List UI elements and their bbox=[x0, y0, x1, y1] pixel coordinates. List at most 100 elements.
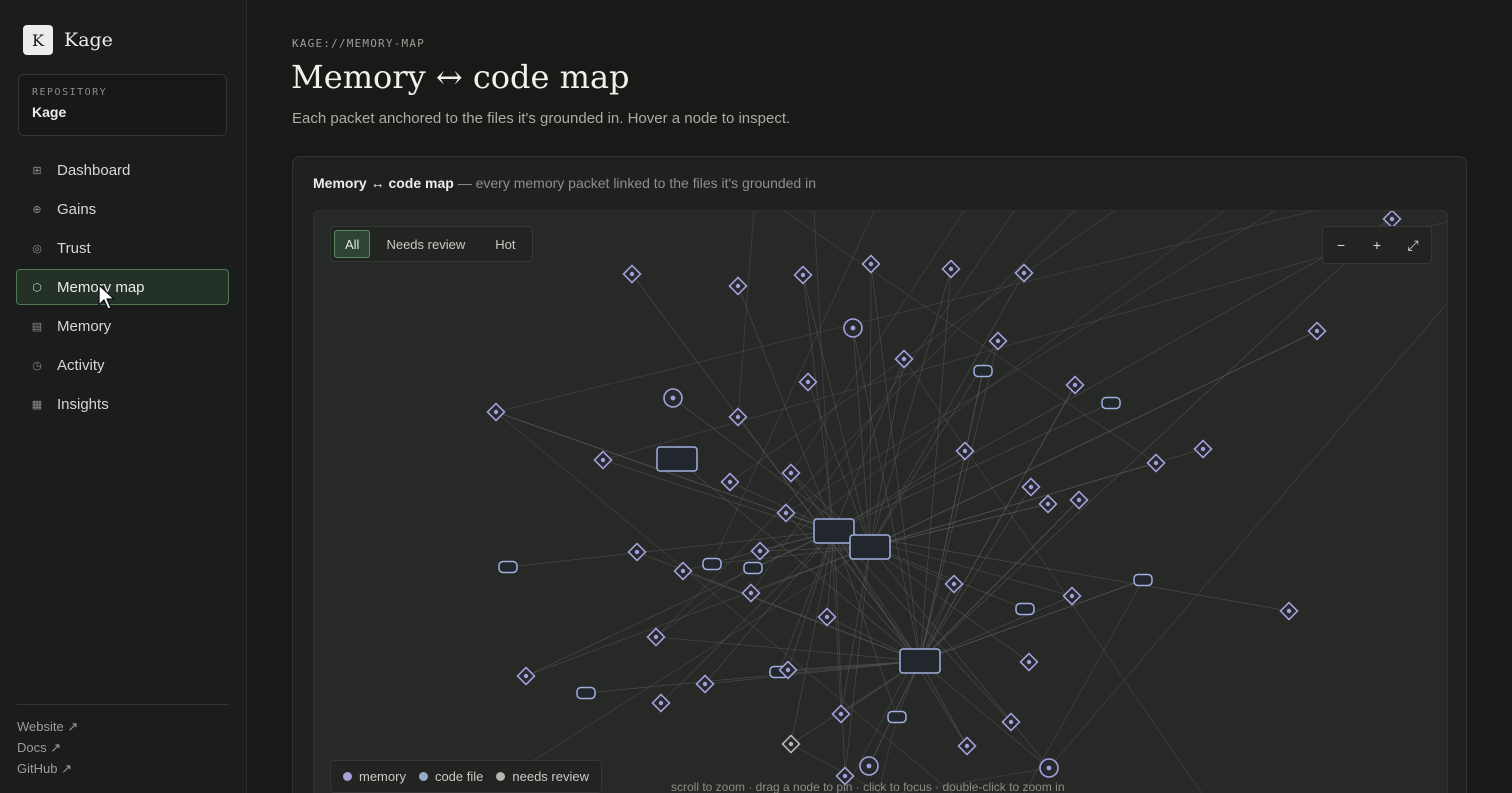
filter-needs-review-button[interactable]: Needs review bbox=[372, 230, 479, 258]
sidebar-item-label: Memory bbox=[57, 317, 112, 335]
grid-icon: ⊞ bbox=[32, 164, 42, 177]
legend-needs-review: needs review bbox=[496, 769, 589, 784]
memory-node[interactable] bbox=[1307, 321, 1327, 341]
code-file-node[interactable] bbox=[1015, 602, 1035, 616]
brand[interactable]: K Kage bbox=[23, 25, 113, 55]
mouse-cursor-icon bbox=[98, 284, 115, 310]
graph-nodes[interactable] bbox=[486, 211, 1402, 786]
list-icon: ▤ bbox=[31, 320, 43, 333]
memory-node[interactable] bbox=[516, 666, 536, 686]
code-file-node[interactable] bbox=[1133, 573, 1153, 587]
memory-node[interactable] bbox=[798, 372, 818, 392]
memory-node[interactable] bbox=[673, 561, 693, 581]
panel-description: — every memory packet linked to the file… bbox=[453, 175, 817, 191]
code-file-node[interactable] bbox=[656, 446, 698, 472]
memory-node[interactable] bbox=[843, 318, 863, 338]
sidebar-item-trust[interactable]: ◎ Trust bbox=[16, 230, 229, 266]
sidebar-item-memory[interactable]: ▤ Memory bbox=[16, 308, 229, 344]
memory-node[interactable] bbox=[663, 388, 683, 408]
repository-selector[interactable]: REPOSITORY Kage bbox=[18, 74, 227, 136]
graph-legend: memory code file needs review bbox=[330, 760, 602, 793]
memory-node[interactable] bbox=[861, 254, 881, 274]
memory-node[interactable] bbox=[627, 542, 647, 562]
memory-node[interactable] bbox=[1038, 494, 1058, 514]
graph-edge bbox=[833, 450, 966, 532]
graph-edge bbox=[919, 660, 1050, 769]
sidebar-item-label: Gains bbox=[57, 200, 97, 218]
graph-edge bbox=[729, 211, 1115, 483]
zoom-in-button[interactable]: + bbox=[1362, 237, 1392, 253]
sidebar: K Kage REPOSITORY Kage ⊞ Dashboard ⊕ Gai… bbox=[0, 0, 247, 793]
github-link[interactable]: GitHub ↗ bbox=[17, 761, 229, 777]
graph-edge bbox=[919, 370, 984, 662]
memory-node[interactable] bbox=[1039, 758, 1059, 778]
memory-node[interactable] bbox=[776, 503, 796, 523]
code-file-node[interactable] bbox=[813, 518, 855, 544]
memory-node[interactable] bbox=[695, 674, 715, 694]
graph-edge bbox=[585, 660, 921, 694]
memory-node[interactable] bbox=[1062, 586, 1082, 606]
website-link[interactable]: Website ↗ bbox=[17, 719, 229, 735]
memory-node[interactable] bbox=[1279, 601, 1299, 621]
memory-node[interactable] bbox=[593, 450, 613, 470]
memory-node[interactable] bbox=[1065, 375, 1085, 395]
graph-canvas[interactable]: All Needs review Hot − + ⤢ memory code f… bbox=[313, 210, 1448, 793]
graph-svg[interactable] bbox=[314, 211, 1448, 793]
ring-icon: ◎ bbox=[32, 242, 42, 255]
code-file-node[interactable] bbox=[973, 364, 993, 378]
zoom-out-button[interactable]: − bbox=[1326, 237, 1356, 253]
memory-node[interactable] bbox=[720, 472, 740, 492]
legend-memory: memory bbox=[343, 769, 406, 784]
memory-node[interactable] bbox=[1146, 453, 1166, 473]
memory-node[interactable] bbox=[859, 756, 879, 776]
graph-edge bbox=[525, 546, 871, 677]
memory-node[interactable] bbox=[486, 402, 506, 422]
sidebar-item-activity[interactable]: ◷ Activity bbox=[16, 347, 229, 383]
graph-edge bbox=[833, 402, 1112, 532]
graph-edge bbox=[495, 411, 954, 793]
legend-label: memory bbox=[359, 769, 406, 784]
memory-node[interactable] bbox=[941, 259, 961, 279]
hexagon-icon: ⬡ bbox=[32, 281, 42, 294]
memory-node[interactable] bbox=[894, 349, 914, 369]
memory-node[interactable] bbox=[622, 264, 642, 284]
panel-header: Memory ↔ code map — every memory packet … bbox=[313, 175, 816, 191]
memory-node[interactable] bbox=[1193, 439, 1213, 459]
graph-edges bbox=[481, 211, 1447, 793]
sidebar-item-dashboard[interactable]: ⊞ Dashboard bbox=[16, 152, 229, 188]
memory-node[interactable] bbox=[728, 407, 748, 427]
code-file-node[interactable] bbox=[498, 560, 518, 574]
filter-all-button[interactable]: All bbox=[334, 230, 371, 258]
code-file-node[interactable] bbox=[702, 557, 722, 571]
graph-edge bbox=[655, 211, 1225, 638]
memory-node[interactable] bbox=[957, 736, 977, 756]
file-dot-icon bbox=[418, 772, 428, 781]
repository-name: Kage bbox=[32, 104, 67, 120]
legend-label: needs review bbox=[512, 769, 589, 784]
code-file-node[interactable] bbox=[849, 534, 891, 560]
sidebar-item-gains[interactable]: ⊕ Gains bbox=[16, 191, 229, 227]
code-file-node[interactable] bbox=[1101, 396, 1121, 410]
panel-title: Memory ↔ code map bbox=[313, 175, 454, 191]
graph-edge bbox=[737, 211, 755, 418]
code-file-node[interactable] bbox=[899, 648, 941, 674]
memory-node[interactable] bbox=[750, 541, 770, 561]
brand-logo: K bbox=[23, 25, 53, 55]
graph-edge bbox=[843, 583, 955, 793]
code-file-node[interactable] bbox=[743, 561, 763, 575]
breadcrumb: KAGE://MEMORY-MAP bbox=[292, 37, 425, 50]
memory-node[interactable] bbox=[793, 265, 813, 285]
code-file-node[interactable] bbox=[576, 686, 596, 700]
memory-map-panel: Memory ↔ code map — every memory packet … bbox=[292, 156, 1467, 793]
docs-link[interactable]: Docs ↗ bbox=[17, 740, 229, 756]
memory-node[interactable] bbox=[728, 276, 748, 296]
memory-node[interactable] bbox=[1019, 652, 1039, 672]
sidebar-item-memory-map[interactable]: ⬡ Memory map bbox=[16, 269, 229, 305]
memory-node[interactable] bbox=[1021, 477, 1041, 497]
filter-hot-button[interactable]: Hot bbox=[481, 230, 529, 258]
review-memory-node[interactable] bbox=[781, 734, 801, 754]
fit-view-button[interactable]: ⤢ bbox=[1398, 237, 1428, 254]
sidebar-item-label: Insights bbox=[57, 395, 109, 413]
sidebar-item-insights[interactable]: ▦ Insights bbox=[16, 386, 229, 422]
code-file-node[interactable] bbox=[887, 710, 907, 724]
